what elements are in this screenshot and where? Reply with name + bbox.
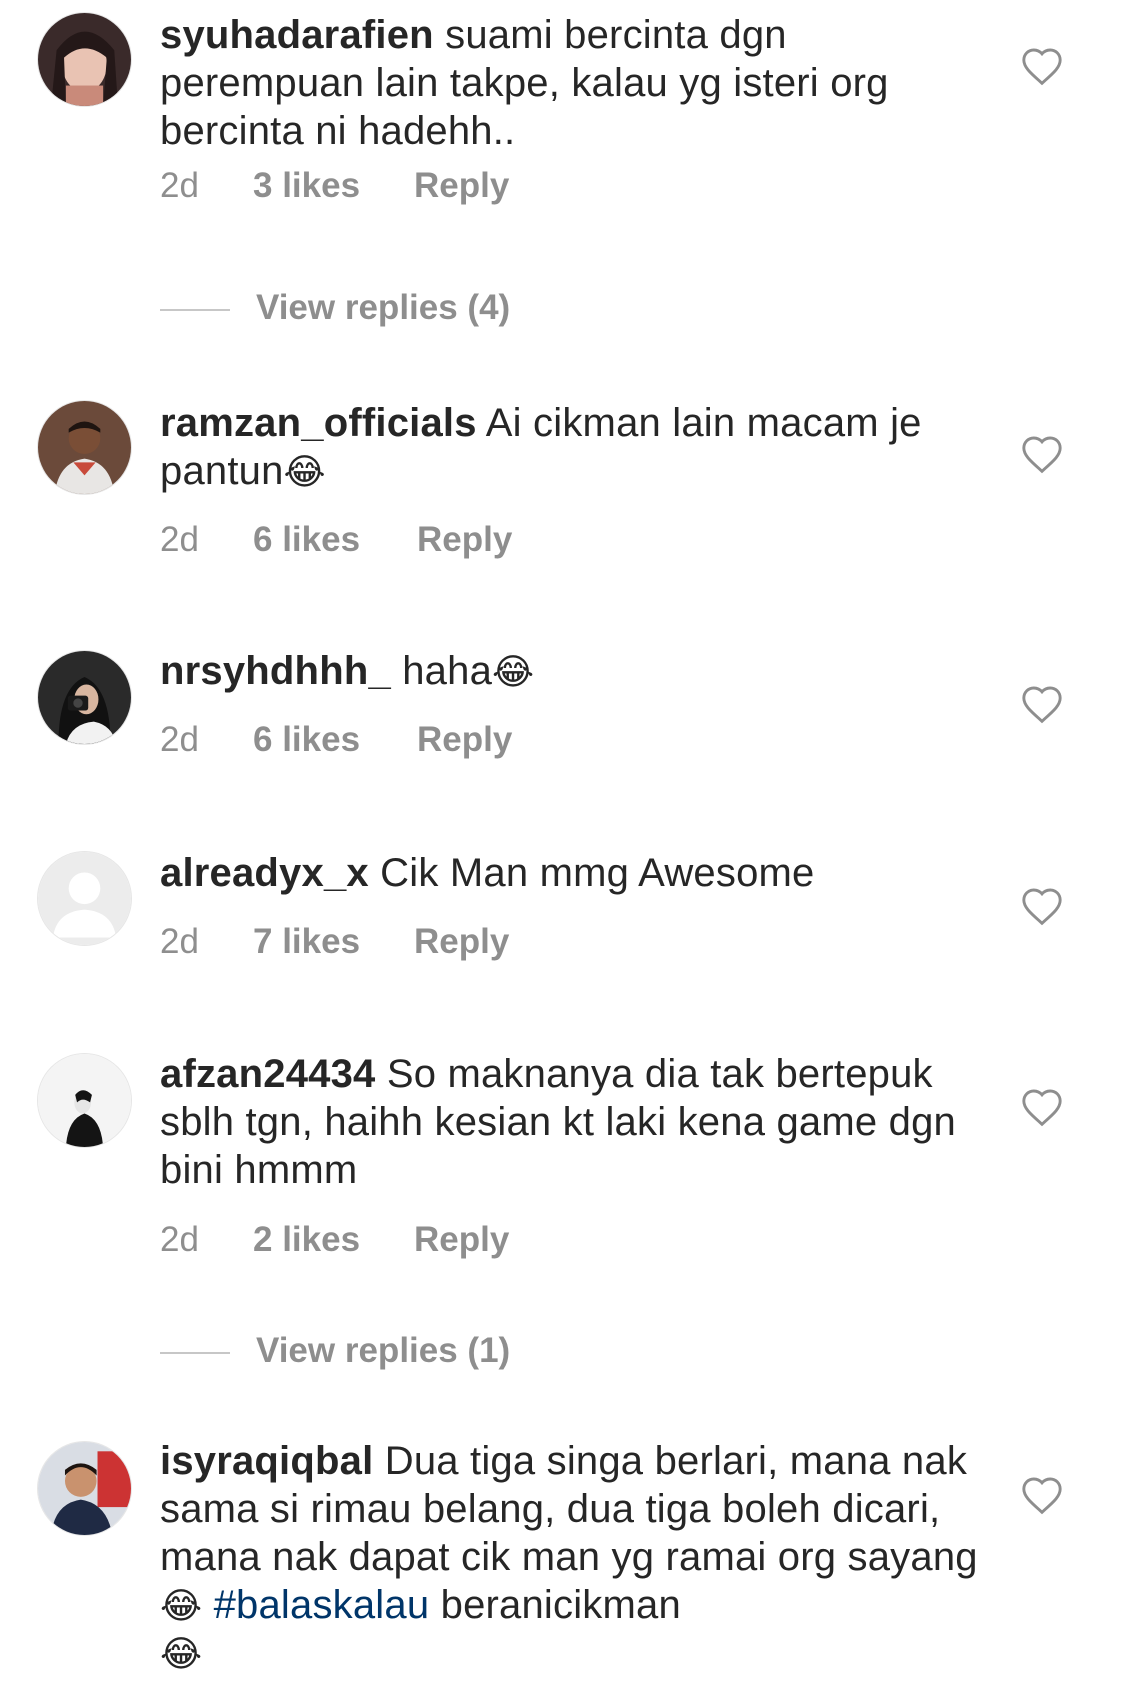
heart-icon[interactable]	[1020, 434, 1064, 474]
comment-content-end: beranicikman	[440, 1583, 681, 1627]
comment-body: ramzan_officials Ai cikman lain macam je…	[160, 399, 980, 495]
comment-likes[interactable]: 3 likes	[253, 166, 360, 206]
comment-time: 2d	[160, 922, 199, 961]
hashtag-link[interactable]: #balaskalau	[214, 1583, 430, 1627]
comment-text: isyraqiqbal Dua tiga singa berlari, mana…	[160, 1437, 980, 1677]
comment-text: ramzan_officials Ai cikman lain macam je…	[160, 399, 980, 495]
comment-likes[interactable]: 7 likes	[253, 922, 360, 962]
comment-body: nrsyhdhhh_ haha😂	[160, 647, 980, 695]
avatar[interactable]	[37, 1441, 132, 1536]
joy-emoji: 😂	[160, 1585, 203, 1626]
reply-button[interactable]: Reply	[414, 922, 509, 962]
default-avatar-icon[interactable]	[37, 851, 132, 946]
comment-username[interactable]: afzan24434	[160, 1052, 375, 1096]
comment-time: 2d	[160, 520, 199, 559]
comment-time: 2d	[160, 166, 199, 205]
comment-body: alreadyx_x Cik Man mmg Awesome	[160, 849, 980, 897]
avatar[interactable]	[37, 650, 132, 745]
comment-body: syuhadarafien suami bercinta dgn perempu…	[160, 11, 980, 155]
view-replies-button[interactable]: View replies (1)	[160, 1331, 580, 1375]
comment-username[interactable]: isyraqiqbal	[160, 1439, 373, 1483]
comment-time: 2d	[160, 1220, 199, 1259]
comment-username[interactable]: nrsyhdhhh_	[160, 649, 391, 693]
reply-button[interactable]: Reply	[417, 720, 512, 760]
comment-likes[interactable]: 6 likes	[253, 720, 360, 760]
comment-text: nrsyhdhhh_ haha😂	[160, 647, 980, 695]
comment-username[interactable]: ramzan_officials	[160, 401, 477, 445]
comment-time: 2d	[160, 720, 199, 759]
heart-icon[interactable]	[1020, 886, 1064, 926]
comment-content: Cik Man mmg Awesome	[380, 851, 815, 895]
avatar[interactable]	[37, 12, 132, 107]
avatar[interactable]	[37, 1053, 132, 1148]
comment-text: syuhadarafien suami bercinta dgn perempu…	[160, 11, 980, 155]
view-replies-button[interactable]: View replies (4)	[160, 288, 580, 332]
joy-emoji: 😂	[492, 651, 535, 692]
heart-icon[interactable]	[1020, 684, 1064, 724]
heart-icon[interactable]	[1020, 1475, 1064, 1515]
comment-body: isyraqiqbal Dua tiga singa berlari, mana…	[160, 1437, 980, 1677]
comment-text: alreadyx_x Cik Man mmg Awesome	[160, 849, 980, 897]
view-replies-label[interactable]: View replies (4)	[256, 288, 510, 328]
reply-button[interactable]: Reply	[414, 1220, 509, 1260]
heart-icon[interactable]	[1020, 46, 1064, 86]
comment-content: haha	[402, 649, 493, 693]
joy-emoji: 😂	[283, 451, 326, 492]
view-replies-label[interactable]: View replies (1)	[256, 1331, 510, 1371]
comment-username[interactable]: alreadyx_x	[160, 851, 369, 895]
comment-text: afzan24434 So maknanya dia tak bertepuk …	[160, 1050, 980, 1194]
replies-divider	[160, 1352, 230, 1354]
comment-username[interactable]: syuhadarafien	[160, 13, 434, 57]
comment-likes[interactable]: 2 likes	[253, 1220, 360, 1260]
comment-likes[interactable]: 6 likes	[253, 520, 360, 560]
replies-divider	[160, 309, 230, 311]
reply-button[interactable]: Reply	[417, 520, 512, 560]
reply-button[interactable]: Reply	[414, 166, 509, 206]
joy-emoji: 😂	[160, 1633, 203, 1674]
comment-body: afzan24434 So maknanya dia tak bertepuk …	[160, 1050, 980, 1194]
heart-icon[interactable]	[1020, 1087, 1064, 1127]
avatar[interactable]	[37, 400, 132, 495]
